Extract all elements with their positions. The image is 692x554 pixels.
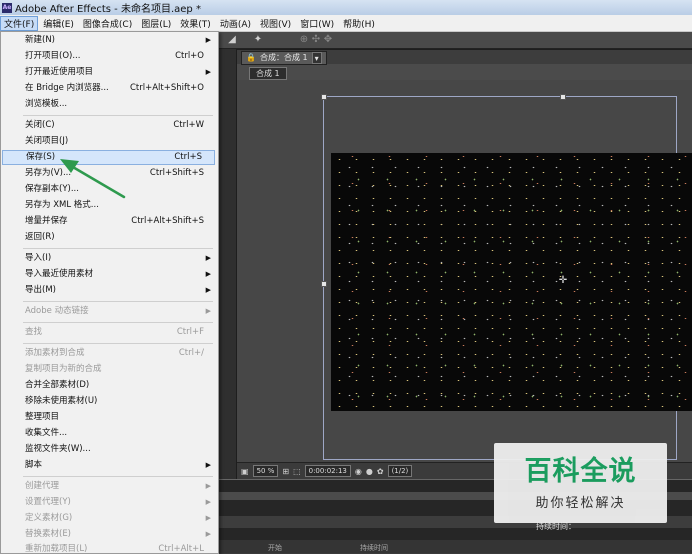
menu-effect[interactable]: 效果(T) <box>176 16 215 31</box>
menu-separator <box>23 248 213 249</box>
composition-viewer[interactable]: ✛ <box>237 80 692 462</box>
axis-move-icon: ✥ <box>323 34 333 45</box>
composition-dropdown-icon[interactable]: ▾ <box>311 52 322 64</box>
menu-item-open-recent[interactable]: 打开最近使用项目 ▶ <box>1 65 216 80</box>
menu-item-save-as-xml[interactable]: 另存为 XML 格式... <box>1 198 216 213</box>
menu-item-remove-unused[interactable]: 移除未使用素材(U) <box>1 394 216 409</box>
puppet-tool-icon[interactable]: ✦ <box>252 34 264 46</box>
composition-tab[interactable]: 🔒 合成：合成 1 ▾ <box>241 51 327 65</box>
menu-separator <box>23 115 213 116</box>
submenu-arrow-icon: ▶ <box>205 498 211 506</box>
menu-composition[interactable]: 图像合成(C) <box>79 16 136 31</box>
composition-panel: 🔒 合成：合成 1 ▾ 合成 1 ✛ ▣ 50 % ⊞ ⬚ 0:00:02:13… <box>236 49 692 481</box>
bounds-handle[interactable] <box>321 94 327 100</box>
tools-panel: ◢ ✦ ⊕ ✣ ✥ <box>218 32 692 49</box>
zoom-dropdown[interactable]: 50 % <box>252 465 279 477</box>
axis-icon: ⊕ <box>299 34 309 45</box>
menu-layer[interactable]: 图层(L) <box>137 16 175 31</box>
camera-icon[interactable]: ◉ <box>355 467 362 476</box>
menu-item-browse-bridge[interactable]: 在 Bridge 内浏览器... Ctrl+Alt+Shift+O <box>1 81 216 96</box>
channel-icon[interactable]: ● <box>366 467 373 476</box>
menu-item-watch-folder[interactable]: 监视文件夹(W)... <box>1 442 216 457</box>
menu-item-new-comp-from[interactable]: 复制项目为新的合成 <box>1 362 216 377</box>
composition-tab-label: 合成：合成 1 <box>259 53 308 62</box>
watermark: 百科全说 助你轻松解决 <box>494 443 667 523</box>
starfield-layer[interactable] <box>331 153 692 411</box>
color-channels-icon[interactable]: ✿ <box>377 467 384 476</box>
grid-icon[interactable]: ⊞ <box>282 467 289 476</box>
composition-tab-row: 🔒 合成：合成 1 ▾ <box>237 50 692 65</box>
menu-item-set-proxy[interactable]: 设置代理(Y) ▶ <box>1 495 216 510</box>
menu-item-close[interactable]: 关闭(C) Ctrl+W <box>1 118 216 133</box>
watermark-subtitle: 助你轻松解决 <box>535 495 626 511</box>
menu-item-consolidate[interactable]: 合并全部素材(D) <box>1 378 216 393</box>
menu-item-browse-templates[interactable]: 浏览模板... <box>1 97 216 112</box>
menu-item-add-footage[interactable]: 添加素材到合成 Ctrl+/ <box>1 346 216 361</box>
menu-item-collect-files[interactable]: 收集文件... <box>1 426 216 441</box>
file-menu-dropdown: 新建(N) ▶ 打开项目(O)... Ctrl+O 打开最近使用项目 ▶ 在 Brid… <box>0 31 219 554</box>
bounds-handle[interactable] <box>321 281 327 287</box>
anchor-point-icon[interactable]: ✛ <box>558 276 568 286</box>
after-effects-app-icon: Ae <box>2 2 12 13</box>
mask-icon[interactable]: ⬚ <box>293 467 301 476</box>
lock-icon[interactable]: 🔒 <box>246 52 256 64</box>
menu-separator <box>23 301 213 302</box>
menu-item-interpret-footage[interactable]: 定义素材(G) ▶ <box>1 511 216 526</box>
menu-item-revert[interactable]: 返回(R) <box>1 230 216 245</box>
eraser-tool-icon[interactable]: ◢ <box>226 34 238 46</box>
submenu-arrow-icon: ▶ <box>205 254 211 262</box>
submenu-arrow-icon: ▶ <box>205 530 211 538</box>
submenu-arrow-icon: ▶ <box>205 68 211 76</box>
submenu-arrow-icon: ▶ <box>205 307 211 315</box>
timecode-display[interactable]: 0:00:02:13 <box>304 465 351 477</box>
submenu-arrow-icon: ▶ <box>205 482 211 490</box>
composition-subtab[interactable]: 合成 1 <box>249 67 287 80</box>
menu-item-save[interactable]: 保存(S) Ctrl+S <box>2 150 215 165</box>
menu-view[interactable]: 视图(V) <box>256 16 295 31</box>
menu-item-scripts[interactable]: 脚本 ▶ <box>1 458 216 473</box>
bounds-handle[interactable] <box>560 94 566 100</box>
axis-rotate-icon: ✣ <box>311 34 321 45</box>
menu-item-replace-footage[interactable]: 替换素材(E) ▶ <box>1 527 216 542</box>
menu-item-open-project[interactable]: 打开项目(O)... Ctrl+O <box>1 49 216 64</box>
menu-separator <box>23 476 213 477</box>
always-preview-icon[interactable]: ▣ <box>241 467 249 476</box>
menu-separator <box>23 322 213 323</box>
menu-window[interactable]: 窗口(W) <box>296 16 338 31</box>
submenu-arrow-icon: ▶ <box>205 286 211 294</box>
menu-item-export[interactable]: 导出(M) ▶ <box>1 283 216 298</box>
menu-item-new[interactable]: 新建(N) ▶ <box>1 33 216 48</box>
menu-item-save-as[interactable]: 另存为(V)... Ctrl+Shift+S <box>1 166 216 181</box>
window-titlebar: Ae Adobe After Effects - 未命名项目.aep * <box>0 0 692 16</box>
menu-separator <box>23 343 213 344</box>
submenu-arrow-icon: ▶ <box>205 270 211 278</box>
menu-item-increment-save[interactable]: 增量并保存 Ctrl+Alt+Shift+S <box>1 214 216 229</box>
submenu-arrow-icon: ▶ <box>205 461 211 469</box>
menu-help[interactable]: 帮助(H) <box>339 16 379 31</box>
menu-item-save-copy[interactable]: 保存副本(Y)... <box>1 182 216 197</box>
menu-item-find[interactable]: 查找 Ctrl+F <box>1 325 216 340</box>
watermark-title: 百科全说 <box>524 455 637 487</box>
menu-item-close-project[interactable]: 关闭项目(J) <box>1 134 216 149</box>
menu-item-import-recent[interactable]: 导入最近使用素材 ▶ <box>1 267 216 282</box>
menu-item-reload-footage[interactable]: 重新加载项目(L) Ctrl+Alt+L <box>1 542 216 553</box>
menu-item-reduce-project[interactable]: 整理项目 <box>1 410 216 425</box>
menu-file[interactable]: 文件(F) <box>0 15 39 31</box>
menu-item-dynamic-link[interactable]: Adobe 动态链接 ▶ <box>1 304 216 319</box>
menu-animation[interactable]: 动画(A) <box>216 16 255 31</box>
window-title: Adobe After Effects - 未命名项目.aep * <box>15 4 201 15</box>
menu-bar: 文件(F) 编辑(E) 图像合成(C) 图层(L) 效果(T) 动画(A) 视图… <box>0 15 692 32</box>
menu-item-import[interactable]: 导入(I) ▶ <box>1 251 216 266</box>
submenu-arrow-icon: ▶ <box>205 514 211 522</box>
resolution-dropdown[interactable]: (1/2) <box>387 465 413 477</box>
submenu-arrow-icon: ▶ <box>205 36 211 44</box>
menu-item-create-proxy[interactable]: 创建代理 ▶ <box>1 479 216 494</box>
menu-edit[interactable]: 编辑(E) <box>39 16 78 31</box>
